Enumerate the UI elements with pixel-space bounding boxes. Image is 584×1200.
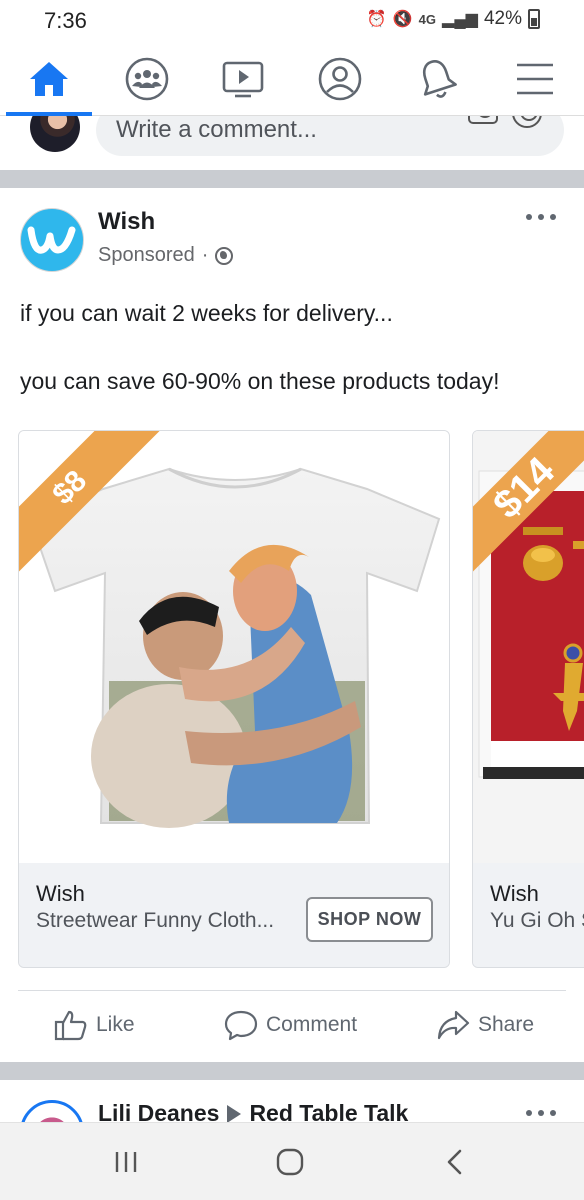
notifications-icon <box>422 60 457 98</box>
dot-icon <box>526 1110 532 1116</box>
feed-separator <box>0 170 584 188</box>
sponsored-label: Sponsored · <box>98 244 234 267</box>
home-icon <box>30 62 68 96</box>
profile-tab[interactable] <box>315 54 365 104</box>
recent-apps-button[interactable] <box>106 1147 146 1177</box>
back-button[interactable] <box>434 1147 474 1177</box>
feed-separator <box>0 1062 584 1080</box>
page-name[interactable]: Wish <box>98 208 155 236</box>
home-button[interactable] <box>270 1147 310 1177</box>
product-carousel[interactable]: $8 Wish Streetwear Funny Cloth... SHOP N… <box>0 430 584 970</box>
post-text-line: you can save 60-90% on these products to… <box>20 368 500 394</box>
dot-icon <box>538 1110 544 1116</box>
menu-tab[interactable] <box>510 54 560 104</box>
post-text: if you can wait 2 weeks for delivery... … <box>20 296 570 398</box>
alarm-icon: ⏰ <box>366 11 387 28</box>
card-title: Streetwear Funny Cloth... <box>36 909 275 932</box>
comment-input[interactable]: Write a comment... <box>96 116 564 156</box>
comment-button[interactable]: Comment <box>224 1009 357 1041</box>
watch-icon <box>222 61 264 98</box>
status-icons: ⏰ 🔇 4G ▂▄▆ 42% <box>367 8 540 30</box>
comment-icon <box>224 1010 258 1041</box>
home-tab[interactable] <box>24 54 74 104</box>
network-type: 4G <box>418 11 437 27</box>
globe-icon <box>215 246 234 265</box>
dot-icon <box>538 214 544 220</box>
product-card[interactable]: $8 Wish Streetwear Funny Cloth... SHOP N… <box>18 430 450 968</box>
status-bar: 7:36 ⏰ 🔇 4G ▂▄▆ 42% <box>0 0 584 42</box>
post-actions: Like Comment Share <box>18 990 566 1062</box>
back-icon <box>447 1149 462 1175</box>
dot-separator: · <box>201 244 209 266</box>
home-circle-icon <box>276 1148 304 1176</box>
like-button[interactable]: Like <box>54 1009 135 1041</box>
share-label: Share <box>478 1013 535 1036</box>
card-brand: Wish <box>36 881 85 906</box>
mute-icon: 🔇 <box>392 11 413 28</box>
product-card[interactable]: $14 Wish Yu Gi Oh S <box>472 430 584 968</box>
comment-row: Write a comment... <box>0 116 584 170</box>
recent-apps-icon <box>115 1152 137 1172</box>
wish-logo[interactable] <box>20 208 84 272</box>
status-time: 7:36 <box>44 8 87 33</box>
menu-icon <box>517 63 553 95</box>
card-brand: Wish <box>490 881 539 906</box>
card-footer: Wish Streetwear Funny Cloth... SHOP NOW <box>19 863 449 967</box>
card-title: Yu Gi Oh S <box>490 909 584 932</box>
card-footer: Wish Yu Gi Oh S <box>473 863 584 967</box>
thumbs-up-icon <box>54 1010 87 1041</box>
dot-icon <box>550 1110 556 1116</box>
avatar[interactable] <box>30 116 80 152</box>
product-image[interactable]: $14 <box>473 431 584 863</box>
wish-logo-icon <box>27 226 76 254</box>
more-options-button[interactable] <box>526 210 556 224</box>
dot-icon <box>526 214 532 220</box>
battery-percent: 42% <box>483 8 522 29</box>
sponsored-text: Sponsored <box>98 244 195 266</box>
system-navigation-bar <box>0 1122 584 1200</box>
comment-placeholder: Write a comment... <box>116 116 317 143</box>
comment-label: Comment <box>266 1013 358 1036</box>
dot-icon <box>550 214 556 220</box>
top-navigation <box>0 42 584 116</box>
sponsored-post: Wish Sponsored · if you can wait 2 weeks… <box>0 188 584 1062</box>
battery-icon <box>528 9 540 29</box>
notifications-tab[interactable] <box>412 54 462 104</box>
shop-now-button[interactable]: SHOP NOW <box>306 897 433 942</box>
signal-icon: ▂▄▆ <box>442 11 478 28</box>
like-label: Like <box>96 1013 135 1036</box>
groups-icon <box>125 57 169 101</box>
product-image[interactable]: $8 <box>19 431 449 863</box>
share-icon <box>437 1010 470 1040</box>
profile-icon <box>318 57 362 101</box>
emoji-icon[interactable] <box>512 116 542 128</box>
post-text-line: if you can wait 2 weeks for delivery... <box>20 300 393 326</box>
watch-tab[interactable] <box>218 54 268 104</box>
share-button[interactable]: Share <box>436 1009 534 1041</box>
camera-icon[interactable] <box>468 116 498 124</box>
arrow-right-icon <box>227 1104 242 1123</box>
groups-tab[interactable] <box>122 54 172 104</box>
